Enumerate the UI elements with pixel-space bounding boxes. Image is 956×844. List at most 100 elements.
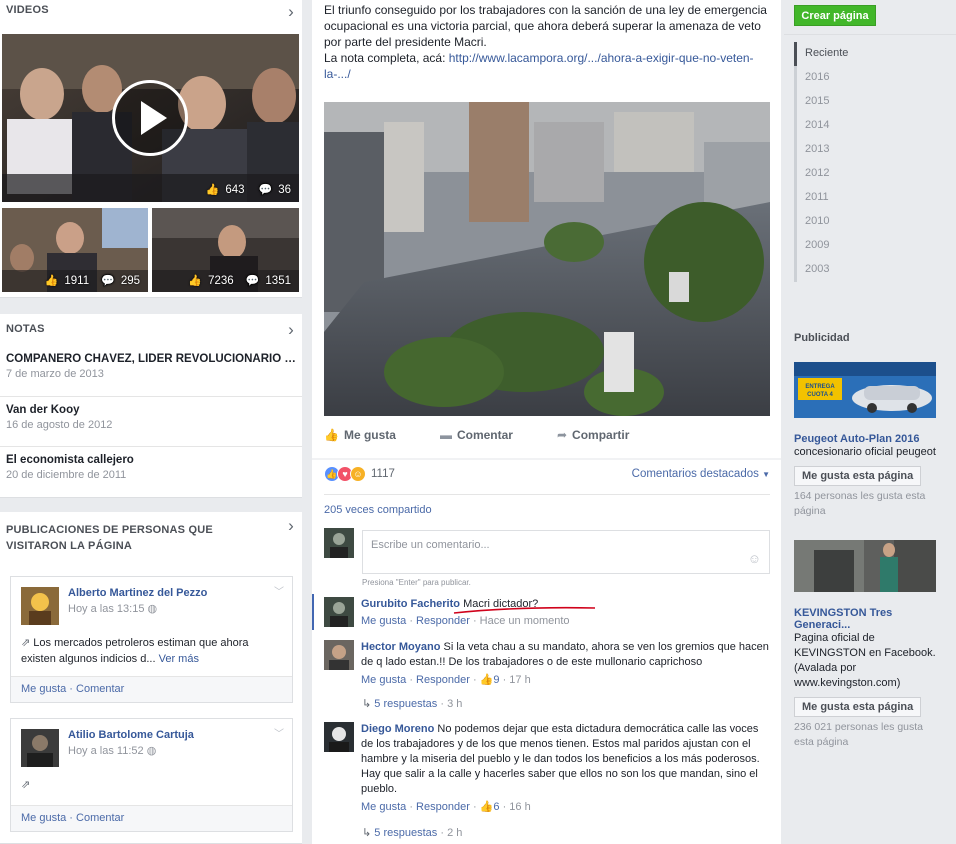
video-likes: 643 [225,183,245,196]
avatar[interactable] [324,722,354,752]
ad-image-text: CUOTA 4 [807,392,833,398]
visitor-post: ﹀ Alberto Martinez del Pezzo Hoy a las 1… [10,576,293,703]
visitor-post: ﹀ Atilio Bartolome Cartuja Hoy a las 11:… [10,718,293,832]
note-date: 20 de diciembre de 2011 [6,469,127,481]
video-thumbnail-2[interactable]: 👍 1911 💬 295 [2,208,148,292]
comment-like-link[interactable]: Me gusta [361,801,406,813]
timeline-item-2003[interactable]: 2003 [797,258,848,282]
timeline-item-2016[interactable]: 2016 [797,66,848,90]
post-photo[interactable] [324,102,770,416]
comment-author[interactable]: Hector Moyano [361,641,440,653]
avatar[interactable] [21,587,59,625]
timeline-item-2010[interactable]: 2010 [797,210,848,234]
comment-author[interactable]: Diego Moreno [361,723,434,735]
timeline-item-2009[interactable]: 2009 [797,234,848,258]
post-time: Hoy a las 11:52 ◍ [68,745,157,757]
ad-peugeot: ENTREGA CUOTA 4 Peugeot Auto-Plan 2016 c… [794,362,936,519]
share-icon: ⇗ [21,637,31,649]
visitor-posts-header[interactable]: PUBLICACIONES DE PERSONAS QUE VISITARON … [0,512,302,560]
thumbs-up-icon: 👍 [44,275,59,287]
reactions-summary[interactable]: 👍 ♥ ☺ 1117 [324,466,395,482]
comment-icon: 💬 [101,275,115,287]
comment-like-link[interactable]: Me gusta [361,615,406,627]
comment-input[interactable]: Escribe un comentario... ☺ [362,530,770,574]
timeline-item-2015[interactable]: 2015 [797,90,848,114]
chevron-right-icon[interactable]: › [288,517,294,534]
visitor-posts-title: PUBLICACIONES DE PERSONAS QUE VISITARON … [6,524,213,552]
note-item[interactable]: El economista callejero 20 de diciembre … [0,446,302,496]
post-actions: Me gusta · Comentar [11,805,292,831]
video-thumbnail-main[interactable]: 👍 643 💬 36 [2,34,299,202]
avatar[interactable] [21,729,59,767]
like-button[interactable]: 👍 Me gusta [324,428,396,456]
post-column: El triunfo conseguido por los trabajador… [312,0,781,844]
ad-image-text: ENTREGA [805,384,835,390]
timeline-item-2011[interactable]: 2011 [797,186,848,210]
avatar[interactable] [324,597,354,627]
video-stats: 👍 643 💬 36 [206,183,291,197]
globe-icon: ◍ [146,745,157,757]
comment-button[interactable]: ▬ Comentar [440,428,513,456]
ad-image[interactable] [794,540,936,592]
chevron-right-icon[interactable]: › [288,320,294,340]
comment-link[interactable]: Comentar [76,812,124,824]
chevron-right-icon[interactable]: › [288,2,294,22]
like-page-button[interactable]: Me gusta esta página [794,466,922,486]
ad-likes: 236 021 personas les gusta esta página [794,721,924,748]
chevron-down-icon[interactable]: ﹀ [274,725,284,740]
comment-like-count[interactable]: 6 [493,801,499,813]
videos-header[interactable]: VIDEOS › [0,0,302,26]
emoji-icon[interactable]: ☺ [748,551,761,566]
note-item[interactable]: COMPAÑERO CHÁVEZ, LÍDER REVOLUCIONARIO D… [0,346,302,396]
note-title[interactable]: Van der Kooy [6,404,296,416]
view-replies-link[interactable]: ↳ 5 respuestas · 3 h [362,697,462,710]
note-title[interactable]: COMPAÑERO CHÁVEZ, LÍDER REVOLUCIONARIO D… [6,353,296,365]
notes-header[interactable]: NOTAS › [0,314,302,346]
comment-author[interactable]: Gurubito Facherito [361,598,460,610]
notes-section: NOTAS › COMPAÑERO CHÁVEZ, LÍDER REVOLUCI… [0,314,302,498]
featured-comments-dropdown[interactable]: Comentarios destacados ▼ [632,468,770,480]
share-button[interactable]: ➦ Compartir [557,428,629,456]
note-title[interactable]: El economista callejero [6,454,296,466]
comment-meta: Me gusta · Responder · 👍9 · 17 h [361,674,531,686]
view-replies-link[interactable]: ↳ 5 respuestas · 2 h [362,826,462,839]
comment-like-link[interactable]: Me gusta [361,674,406,686]
timeline-nav: Reciente 2016 2015 2014 2013 2012 2011 2… [794,42,848,282]
ad-title[interactable]: KEVINGSTON Tres Generaci... [794,607,936,631]
ad-title[interactable]: Peugeot Auto-Plan 2016 [794,433,936,445]
post-author[interactable]: Alberto Martinez del Pezzo [68,587,207,599]
comment-reply-link[interactable]: Responder [416,615,470,627]
chevron-down-icon[interactable]: ﹀ [274,583,284,598]
see-more-link[interactable]: Ver más [159,653,199,665]
timeline-item-2012[interactable]: 2012 [797,162,848,186]
video-thumbnail-3[interactable]: 👍 7236 💬 1351 [152,208,299,292]
share-icon: ⇗ [21,779,31,791]
shares-count[interactable]: 205 veces compartido [324,504,432,516]
timeline-item-2014[interactable]: 2014 [797,114,848,138]
replies-count[interactable]: 5 respuestas [374,698,437,710]
crowd-aerial-photo [324,102,770,416]
post-header: Atilio Bartolome Cartuja Hoy a las 11:52… [11,719,292,771]
comment-body: Hector Moyano Si la veta chau a su manda… [361,640,770,670]
play-button[interactable] [112,80,188,156]
note-item[interactable]: Van der Kooy 16 de agosto de 2012 [0,396,302,446]
avatar[interactable] [324,640,354,670]
comment-reply-link[interactable]: Responder [416,801,470,813]
timeline-item-2013[interactable]: 2013 [797,138,848,162]
post-author[interactable]: Atilio Bartolome Cartuja [68,729,194,741]
comment-reply-link[interactable]: Responder [416,674,470,686]
like-link[interactable]: Me gusta [21,812,66,824]
like-page-button[interactable]: Me gusta esta página [794,697,922,717]
ad-kevingston: KEVINGSTON Tres Generaci... Pagina ofici… [794,540,936,750]
replies-count[interactable]: 5 respuestas [374,827,437,839]
ad-image[interactable]: ENTREGA CUOTA 4 [794,362,936,418]
comment-link[interactable]: Comentar [76,683,124,695]
note-date: 16 de agosto de 2012 [6,419,113,431]
timeline-item-recent[interactable]: Reciente [794,42,848,66]
video-comments: 1351 [265,274,291,287]
like-link[interactable]: Me gusta [21,683,66,695]
create-page-button[interactable]: Crear página [794,5,876,26]
comment-like-count[interactable]: 9 [493,674,499,686]
video-likes: 1911 [64,274,90,287]
post-actions: Me gusta · Comentar [11,676,292,702]
